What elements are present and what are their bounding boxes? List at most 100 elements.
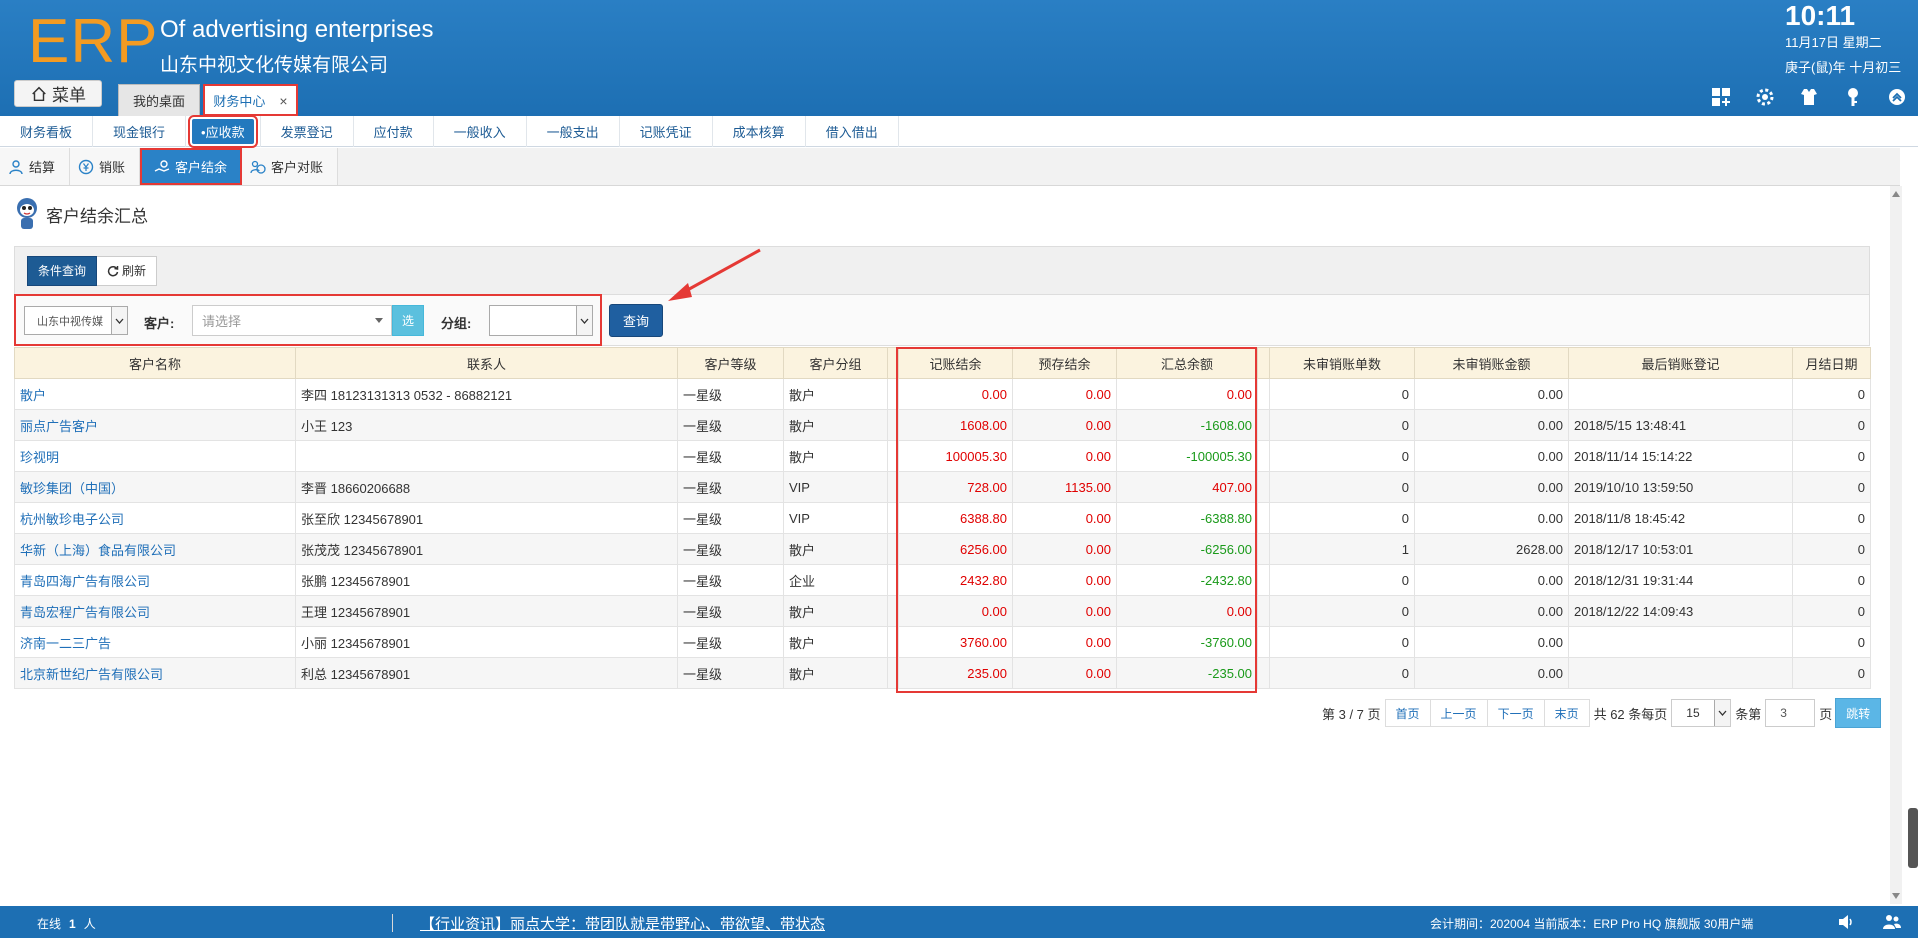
side-panel-handle[interactable]: [1908, 808, 1918, 868]
table-cell: 0.00: [1012, 409, 1117, 441]
module-borrow-lend[interactable]: 借入借出: [806, 115, 899, 147]
module-cost-accounting[interactable]: 成本核算: [713, 115, 806, 147]
goto-page-input[interactable]: 3: [1765, 699, 1816, 727]
customer-name-link[interactable]: 敏珍集团（中国）: [14, 471, 296, 503]
gear-icon[interactable]: [1754, 86, 1776, 108]
subtab-customer-reconcile[interactable]: 客户对账: [242, 148, 339, 185]
table-row[interactable]: 青岛四海广告有限公司 张鹏 12345678901 一星级 企业 2432.80 0.00…: [14, 564, 1871, 596]
table-row[interactable]: 济南一二三广告 小丽 12345678901 一星级 散户 3760.00 0.00 -37…: [14, 626, 1871, 658]
module-general-income[interactable]: 一般收入: [434, 115, 527, 147]
key-icon[interactable]: [1842, 86, 1864, 108]
users-icon[interactable]: [1882, 912, 1902, 932]
column-header[interactable]: 未审销账金额: [1414, 347, 1569, 379]
page-size-select[interactable]: 15: [1671, 699, 1732, 727]
last-page-button[interactable]: 末页: [1543, 699, 1590, 727]
module-cash-bank[interactable]: 现金银行: [93, 115, 187, 147]
tab-my-desktop[interactable]: 我的桌面: [118, 84, 200, 116]
table-cell: 0: [1792, 533, 1871, 565]
module-finance-board[interactable]: 财务看板: [0, 115, 94, 147]
vertical-scrollbar[interactable]: [1890, 186, 1902, 904]
table-row[interactable]: 敏珍集团（中国） 李晋 18660206688 一星级 VIP 728.00 1135.0…: [14, 471, 1871, 503]
table-cell: 一星级: [677, 595, 784, 627]
customer-name-link[interactable]: 杭州敏珍电子公司: [14, 502, 296, 534]
group-select[interactable]: [489, 305, 593, 336]
collapse-up-icon[interactable]: [1886, 86, 1908, 108]
jump-button[interactable]: 跳转: [1835, 698, 1882, 728]
customer-name-link[interactable]: 散户: [14, 378, 296, 410]
divider: [392, 914, 393, 932]
first-page-button[interactable]: 首页: [1384, 699, 1431, 727]
header-toolbar: [1710, 86, 1908, 108]
grid-add-icon[interactable]: [1710, 86, 1732, 108]
customer-input[interactable]: 请选择: [192, 305, 392, 336]
refresh-button[interactable]: 刷新: [97, 255, 158, 286]
table-row[interactable]: 华新（上海）食品有限公司 张茂茂 12345678901 一星级 散户 6256.00 0…: [14, 533, 1871, 565]
column-header[interactable]: 客户等级: [677, 347, 784, 379]
table-cell: 1: [1269, 533, 1415, 565]
page-info: 第 3 / 7 页: [1322, 706, 1381, 722]
table-cell: 王理 12345678901: [295, 595, 678, 627]
module-invoice-register[interactable]: 发票登记: [261, 115, 354, 147]
module-voucher[interactable]: 记账凭证: [620, 115, 713, 147]
column-header[interactable]: [1257, 347, 1270, 379]
customer-name-link[interactable]: 青岛宏程广告有限公司: [14, 595, 296, 627]
speaker-icon[interactable]: [1836, 912, 1856, 932]
online-count: 1: [69, 917, 76, 931]
scroll-down-icon[interactable]: [1892, 893, 1900, 899]
column-header[interactable]: 客户名称: [14, 347, 296, 379]
table-cell: 0.00: [1012, 502, 1117, 534]
column-header[interactable]: 客户分组: [783, 347, 888, 379]
tab-finance-center-label: 财务中心: [213, 94, 266, 109]
close-tab-icon[interactable]: ×: [279, 93, 287, 109]
scroll-up-icon[interactable]: [1892, 191, 1900, 197]
query-button[interactable]: 查询: [609, 304, 663, 337]
condition-query-button[interactable]: 条件查询: [27, 255, 98, 286]
column-header[interactable]: 最后销账登记: [1568, 347, 1793, 379]
table-row[interactable]: 散户 李四 18123131313 0532 - 86882121 一星级 散户 0.0…: [14, 378, 1871, 410]
mascot-icon: [17, 198, 37, 229]
table-cell: [1568, 378, 1793, 410]
table-row[interactable]: 北京新世纪广告有限公司 利总 12345678901 一星级 散户 235.00 0.00…: [14, 657, 1871, 689]
company-name-cn: 山东中视文化传媒有限公司: [160, 55, 389, 76]
subtab-customer-balance[interactable]: 客户结余: [140, 148, 243, 185]
shirt-icon[interactable]: [1798, 86, 1820, 108]
table-cell: 0.00: [1414, 564, 1569, 596]
customer-name-link[interactable]: 丽点广告客户: [14, 409, 296, 441]
customer-name-link[interactable]: 华新（上海）食品有限公司: [14, 533, 296, 565]
column-header[interactable]: 未审销账单数: [1269, 347, 1415, 379]
table-cell: [1257, 471, 1270, 503]
customer-name-link[interactable]: 珍视明: [14, 440, 296, 472]
column-header[interactable]: 预存结余: [1012, 347, 1117, 379]
customer-name-link[interactable]: 济南一二三广告: [14, 626, 296, 658]
customer-pick-button[interactable]: 选: [392, 305, 424, 336]
subtab-writeoff[interactable]: 销账: [70, 148, 141, 185]
module-receivables[interactable]: •应收款: [186, 114, 261, 148]
module-label: 成本核算: [732, 124, 785, 140]
company-select[interactable]: 山东中视传媒: [24, 306, 128, 335]
tab-finance-center[interactable]: 财务中心 ×: [203, 84, 298, 116]
module-general-expense[interactable]: 一般支出: [527, 115, 620, 147]
table-cell: -3760.00: [1116, 626, 1258, 658]
table-cell: 散户: [783, 657, 888, 689]
main-menu-button[interactable]: 菜单: [14, 80, 102, 107]
next-page-button[interactable]: 下一页: [1486, 699, 1545, 727]
table-cell: 3760.00: [898, 626, 1013, 658]
column-header[interactable]: 联系人: [295, 347, 678, 379]
module-payables[interactable]: 应付款: [354, 115, 434, 147]
main-menu-label: 菜单: [52, 86, 86, 105]
prev-page-button[interactable]: 上一页: [1429, 699, 1488, 727]
table-row[interactable]: 丽点广告客户 小王 123 一星级 散户 1608.00 0.00 -1608.00 0 0.0…: [14, 409, 1871, 441]
column-header[interactable]: [887, 347, 899, 379]
subtab-settle[interactable]: 结算: [0, 148, 71, 185]
table-row[interactable]: 杭州敏珍电子公司 张至欣 12345678901 一星级 VIP 6388.80 0.00…: [14, 502, 1871, 534]
table-row[interactable]: 珍视明 一星级 散户 100005.30 0.00 -100005.30 0 0.00 2018…: [14, 440, 1871, 472]
customer-name-link[interactable]: 北京新世纪广告有限公司: [14, 657, 296, 689]
table-cell: 2018/11/8 18:45:42: [1568, 502, 1793, 534]
table-row[interactable]: 青岛宏程广告有限公司 王理 12345678901 一星级 散户 0.00 0.00 0.0…: [14, 595, 1871, 627]
column-header[interactable]: 记账结余: [898, 347, 1013, 379]
table-cell: 一星级: [677, 533, 784, 565]
column-header[interactable]: 月结日期: [1792, 347, 1871, 379]
column-header[interactable]: 汇总余额: [1116, 347, 1258, 379]
news-ticker-link[interactable]: 【行业资讯】丽点大学：带团队就是带野心、带欲望、带状态: [420, 913, 825, 934]
customer-name-link[interactable]: 青岛四海广告有限公司: [14, 564, 296, 596]
